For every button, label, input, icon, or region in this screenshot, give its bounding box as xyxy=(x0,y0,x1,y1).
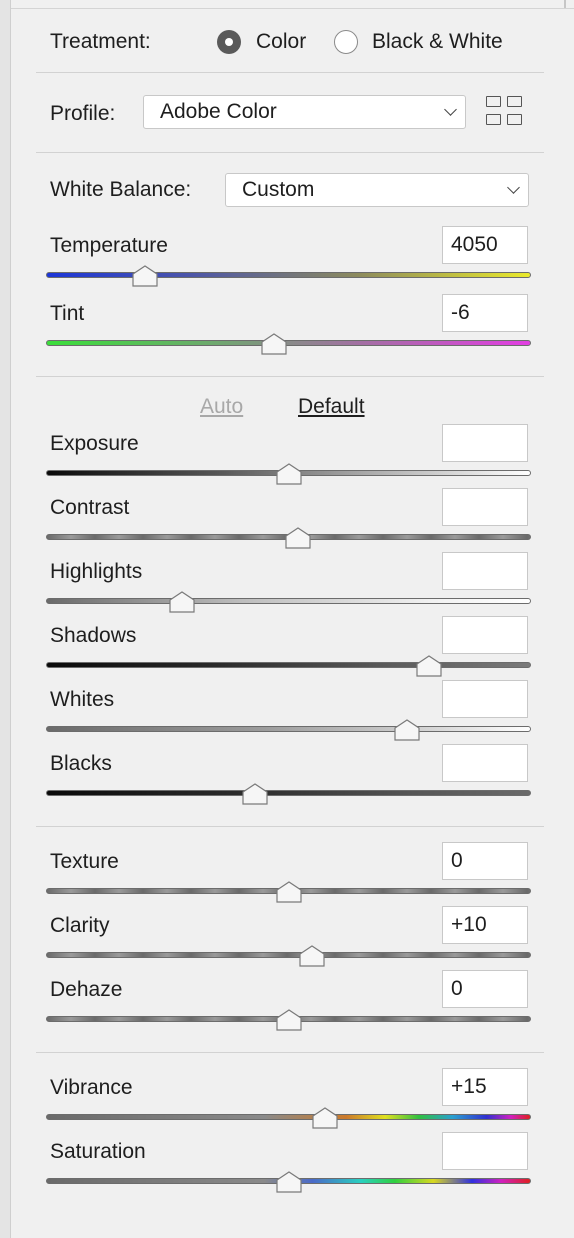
dehaze-slider-thumb[interactable] xyxy=(275,1009,302,1031)
divider xyxy=(36,152,544,153)
blacks-slider-track[interactable] xyxy=(46,790,531,796)
blacks-slider-thumb[interactable] xyxy=(241,783,268,805)
white-balance-select[interactable]: Custom xyxy=(225,173,529,207)
white-balance-select-value: Custom xyxy=(242,178,315,201)
exposure-value-field[interactable] xyxy=(442,424,528,462)
texture-value-field[interactable]: 0 xyxy=(442,842,528,880)
chevron-down-icon xyxy=(444,103,457,116)
saturation-value-field[interactable] xyxy=(442,1132,528,1170)
treatment-bw-label[interactable]: Black & White xyxy=(372,29,503,55)
vibrance-value-field[interactable]: +15 xyxy=(442,1068,528,1106)
profile-select[interactable]: Adobe Color xyxy=(143,95,466,129)
highlights-slider-track[interactable] xyxy=(46,598,531,604)
temperature-slider-track[interactable] xyxy=(46,272,531,278)
tint-slider-thumb[interactable] xyxy=(261,333,287,355)
treatment-label: Treatment: xyxy=(50,30,151,53)
shadows-slider-thumb[interactable] xyxy=(416,655,442,677)
grid-cell xyxy=(486,96,501,107)
clarity-value-field[interactable]: +10 xyxy=(442,906,528,944)
grid-cell xyxy=(507,96,522,107)
blacks-value-field[interactable] xyxy=(442,744,528,782)
exposure-label: Exposure xyxy=(50,432,139,455)
divider xyxy=(36,1052,544,1053)
shadows-slider-track[interactable] xyxy=(46,662,531,668)
divider xyxy=(36,72,544,73)
divider xyxy=(36,376,544,377)
dehaze-label: Dehaze xyxy=(50,978,123,1001)
contrast-label: Contrast xyxy=(50,496,130,519)
texture-label: Texture xyxy=(50,850,119,873)
saturation-label: Saturation xyxy=(50,1140,146,1163)
exposure-slider-thumb[interactable] xyxy=(275,463,302,485)
saturation-slider-thumb[interactable] xyxy=(275,1171,302,1193)
default-button[interactable]: Default xyxy=(298,394,365,420)
contrast-slider-thumb[interactable] xyxy=(285,527,311,549)
temperature-value-field[interactable]: 4050 xyxy=(442,226,528,264)
shadows-value-field[interactable] xyxy=(442,616,528,654)
panel-top-edge xyxy=(11,0,574,9)
divider xyxy=(36,826,544,827)
vibrance-slider-track[interactable] xyxy=(46,1114,531,1120)
highlights-label: Highlights xyxy=(50,560,143,583)
contrast-value-field[interactable] xyxy=(442,488,528,526)
treatment-color-radio[interactable] xyxy=(217,30,241,54)
grid-cell xyxy=(507,114,522,125)
vibrance-slider-thumb[interactable] xyxy=(312,1107,338,1129)
profile-label: Profile: xyxy=(50,102,116,125)
temperature-label: Temperature xyxy=(50,234,168,257)
whites-value-field[interactable] xyxy=(442,680,528,718)
blacks-label: Blacks xyxy=(50,752,112,775)
treatment-bw-radio[interactable] xyxy=(334,30,358,54)
whites-slider-track[interactable] xyxy=(46,726,531,732)
tint-label: Tint xyxy=(50,302,85,325)
treatment-color-label[interactable]: Color xyxy=(256,29,306,55)
dehaze-value-field[interactable]: 0 xyxy=(442,970,528,1008)
panel-gutter xyxy=(0,0,11,1238)
profile-browser-grid-icon[interactable] xyxy=(485,95,525,129)
vibrance-label: Vibrance xyxy=(50,1076,133,1099)
whites-label: Whites xyxy=(50,688,115,711)
clarity-slider-thumb[interactable] xyxy=(299,945,325,967)
whites-slider-thumb[interactable] xyxy=(394,719,420,741)
clarity-label: Clarity xyxy=(50,914,110,937)
white-balance-label: White Balance: xyxy=(50,178,192,201)
chevron-down-icon xyxy=(507,181,520,194)
auto-button[interactable]: Auto xyxy=(200,394,243,420)
texture-slider-thumb[interactable] xyxy=(275,881,302,903)
highlights-slider-thumb[interactable] xyxy=(169,591,195,613)
tint-slider-track[interactable] xyxy=(46,340,531,346)
tint-value-field[interactable]: -6 xyxy=(442,294,528,332)
clarity-slider-track[interactable] xyxy=(46,952,531,958)
panel-top-edge-cap xyxy=(564,0,566,8)
temperature-slider-thumb[interactable] xyxy=(132,265,159,287)
grid-cell xyxy=(486,114,501,125)
profile-select-value: Adobe Color xyxy=(160,100,277,123)
highlights-value-field[interactable] xyxy=(442,552,528,590)
shadows-label: Shadows xyxy=(50,624,137,647)
